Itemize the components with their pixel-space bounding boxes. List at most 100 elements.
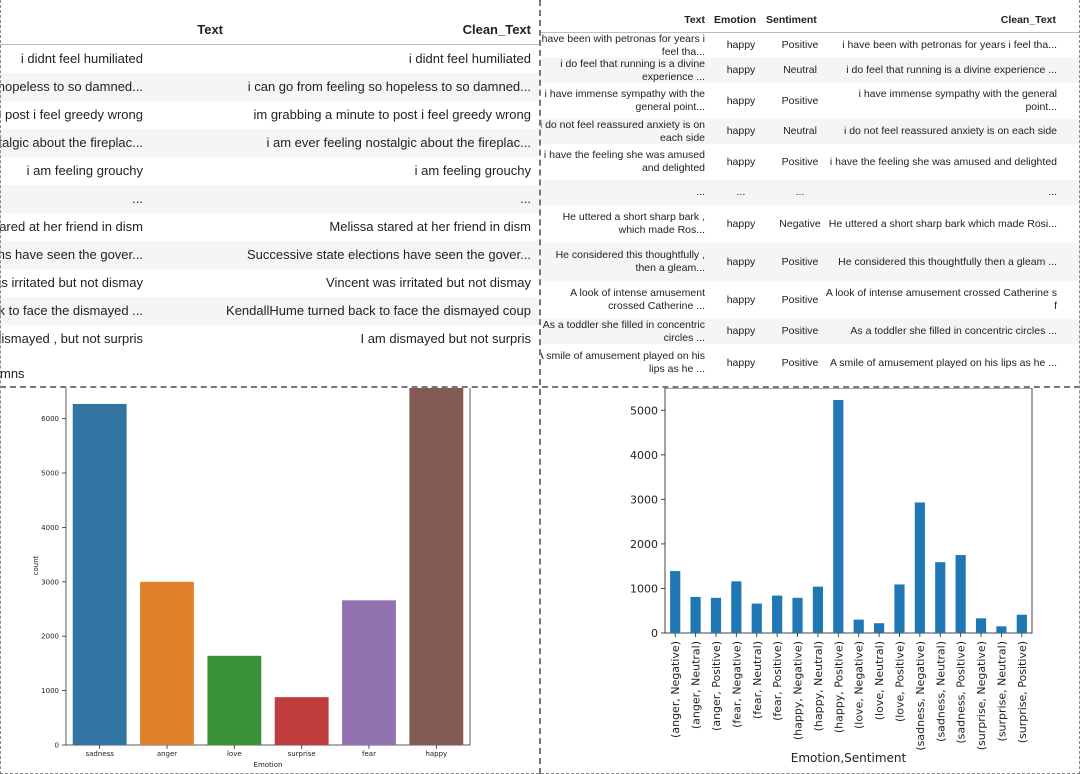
emotion-cell: happy (726, 64, 756, 76)
x-tick-label: anger (157, 750, 177, 758)
text-cell: Vincent was irritated but not dismay (0, 269, 230, 297)
emotion-cell: happy (726, 125, 756, 137)
emotion-cell: ... (736, 186, 746, 198)
text-cell-value: im grabbing a minute to post i feel gree… (0, 107, 143, 122)
y-tick-label: 1000 (630, 582, 658, 595)
clean-text-cell: He considered this thoughtfully then a g… (838, 255, 1057, 268)
sentiment-cell: Neutral (783, 125, 817, 137)
text-cell: i didnt feel humiliated (0, 45, 230, 73)
bar-happy-neutral (812, 586, 824, 633)
clean-text-cell: im grabbing a minute to post i feel gree… (253, 107, 532, 122)
bar-anger-negative (670, 571, 681, 633)
x-axis-label: Emotion (254, 761, 283, 769)
table-row: i have immense sympathy with the general… (541, 83, 1080, 119)
clean-text-cell: Melissa stared at her friend in dism (329, 219, 531, 234)
x-tick-label: fear (362, 750, 376, 758)
sentiment-cell: Positive (781, 356, 819, 369)
column-header-sentiment: Sentiment (766, 14, 817, 26)
bar-sadness (72, 403, 127, 745)
x-tick-label: (fear, Neutral) (751, 641, 764, 719)
bar-love-positive (894, 584, 905, 633)
table-row: ...... (0, 185, 540, 213)
table-row: I am dismayed , but not surpris I am dism… (0, 325, 540, 353)
clean-text-cell: A smile of amusement played on his lips … (829, 356, 1057, 369)
bar-anger (140, 581, 194, 745)
x-tick-label: happy (425, 750, 447, 758)
table-row: ............ (541, 180, 1080, 205)
table-row: i am ever feeling nostalgic about the fi… (0, 129, 540, 157)
table-row: i do feel that running is a divine exper… (541, 58, 1080, 83)
y-tick-label: 6000 (41, 415, 59, 423)
chart-panel-bottom-right: 0 1000 2000 3000 4000 5000 (anger, Negative) (a… (541, 388, 1080, 774)
text-cell-value: i can go from feeling so hopeless to so … (0, 79, 143, 94)
sentiment-cell: Positive (781, 293, 819, 306)
clean-text-cell: Successive state elections have seen the… (246, 247, 531, 262)
text-cell: ... (0, 185, 230, 213)
sentiment-cell: Positive (781, 94, 819, 107)
text-cell: i have immense sympathy with the general… (544, 88, 705, 113)
column-header-text: Text (684, 14, 705, 26)
x-tick-label: (sadness, Positive) (955, 641, 968, 744)
bar-surprise-negative (975, 618, 987, 633)
sentiment-cell: Negative (779, 217, 821, 230)
text-cell-value: Vincent was irritated but not dismay (0, 275, 143, 290)
x-tick-label: (happy, Negative) (792, 641, 805, 740)
text-cell-value: KendallHume turned back to face the dism… (0, 303, 143, 318)
text-cell-value: I am dismayed , but not surpris (0, 331, 143, 346)
clean-text-cell: I am dismayed but not surpris (360, 331, 531, 346)
table-row: KendallHume turned back to face the dism… (0, 297, 540, 325)
text-cell: A look of intense amusement crossed Cath… (570, 287, 705, 312)
clean-text-cell: ... (1048, 186, 1057, 198)
text-cell-value: Melissa stared at her friend in dism (0, 219, 143, 234)
x-tick-label: (love, Positive) (893, 641, 906, 722)
table-2-header: Text Emotion Sentiment Clean_Text (541, 8, 1080, 33)
x-tick-label: (fear, Positive) (771, 641, 784, 721)
y-tick-label: 2000 (41, 633, 59, 641)
table-row: A look of intense amusement crossed Cath… (541, 281, 1080, 319)
clean-text-cell: i am ever feeling nostalgic about the fi… (266, 135, 531, 150)
bar-surprise (274, 697, 329, 745)
emotion-count-chart: 0 1000 2000 3000 4000 5000 6000 sadness anger lov… (32, 388, 471, 769)
y-tick-label: 5000 (630, 404, 658, 417)
bar-anger-neutral (690, 596, 701, 633)
x-tick-label: love (227, 750, 242, 758)
text-cell: Successive state elections have seen the… (0, 241, 230, 269)
dataframe-table-2: Text Emotion Sentiment Clean_Text i have… (541, 0, 1080, 387)
x-tick-label: (fear, Negative) (730, 641, 743, 728)
column-header-emotion: Emotion (714, 14, 756, 26)
bar-anger-positive (710, 597, 722, 633)
text-cell: KendallHume turned back to face the dism… (0, 297, 230, 325)
table-row: Melissa stared at her friend in dism Meli… (0, 213, 540, 241)
emotion-sentiment-chart: 0 1000 2000 3000 4000 5000 (anger, Negative) (a… (630, 388, 1033, 765)
chart-panel-bottom-left: 0 1000 2000 3000 4000 5000 6000 sadness anger lov… (0, 388, 540, 774)
text-cell-value: i am feeling grouchy (26, 163, 143, 178)
bar-love (207, 655, 262, 745)
table-row: Vincent was irritated but not dismay Vinc… (0, 269, 540, 297)
x-tick-label: (anger, Positive) (710, 641, 723, 731)
bar-sadness-neutral (935, 562, 946, 633)
x-tick-label: (anger, Negative) (669, 641, 682, 738)
emotion-cell: happy (726, 217, 756, 230)
table-row: He uttered a short sharp bark , which ma… (541, 205, 1080, 243)
bar-sadness-positive (955, 555, 966, 633)
text-cell: ... (696, 186, 705, 198)
clean-text-cell: i can go from feeling so hopeless to so … (247, 79, 531, 94)
column-header-clean-text: Clean_Text (1000, 14, 1056, 26)
panel-divider-horizontal (0, 386, 1080, 388)
emotion-cell: happy (726, 325, 756, 337)
column-header-clean-text: Clean_Text (462, 22, 531, 37)
table-row: i didnt feel humiliated i didnt feel humi… (0, 45, 540, 73)
plot-frame (664, 388, 1033, 634)
emotion-cell: happy (726, 356, 756, 369)
table-panel-top-left: Text Clean_Text i didnt feel humiliated i… (0, 0, 540, 387)
x-tick-label: (surprise, Positive) (1016, 641, 1029, 743)
y-tick-label: 0 (651, 627, 658, 640)
clean-text-cell: i have been with petronas for years i fe… (842, 39, 1057, 51)
dataframe-table-1: Text Clean_Text i didnt feel humiliated i… (0, 0, 540, 387)
emotion-cell: happy (726, 39, 756, 51)
text-cell: A smile of amusement played on his lips … (541, 350, 705, 375)
table-row: i can go from feeling so hopeless to so … (0, 73, 540, 101)
clean-text-cell: Vincent was irritated but not dismay (326, 275, 531, 290)
clean-text-cell: He uttered a short sharp bark which made… (828, 217, 1057, 230)
table-row: Successive state elections have seen the… (0, 241, 540, 269)
